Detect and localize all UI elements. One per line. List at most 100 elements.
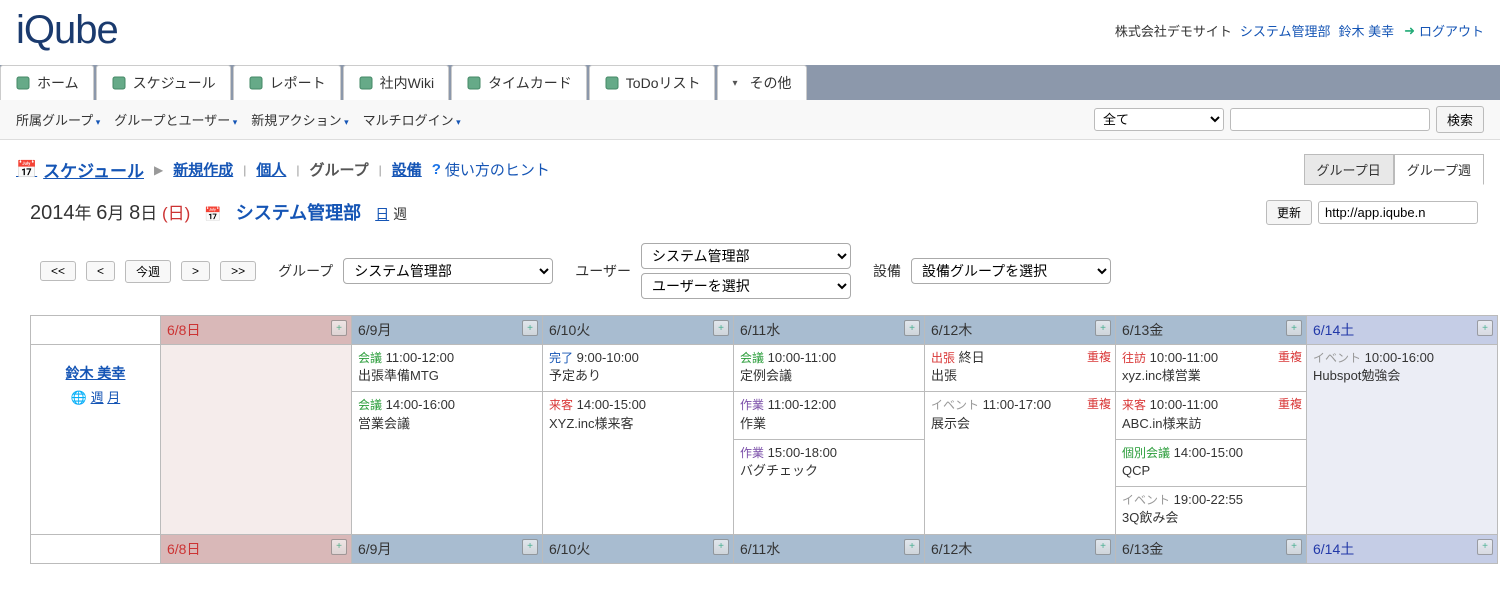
nav-tab-3[interactable]: 社内Wiki: [343, 65, 449, 100]
search-input[interactable]: [1230, 108, 1430, 131]
hint-link[interactable]: ? 使い方のヒント: [432, 159, 550, 180]
tab-group-day[interactable]: グループ日: [1304, 154, 1394, 185]
subnav-item-3[interactable]: マルチログイン: [363, 110, 461, 129]
day-cell-0[interactable]: [161, 345, 352, 535]
event[interactable]: イベント 11:00-17:00重複展示会: [925, 392, 1115, 438]
event[interactable]: 作業 15:00-18:00バグチェック: [734, 440, 924, 486]
add-event-icon[interactable]: +: [904, 539, 920, 555]
event[interactable]: 会議 11:00-12:00出張準備MTG: [352, 345, 542, 392]
day-header-label: 6/14土: [1313, 322, 1354, 338]
add-event-icon[interactable]: +: [331, 320, 347, 336]
schedule-title[interactable]: 📅 スケジュール: [16, 157, 144, 182]
subnav-item-0[interactable]: 所属グループ: [16, 110, 100, 129]
day-cell-6[interactable]: イベント 10:00-16:00Hubspot勉強会: [1307, 345, 1498, 535]
nav-tab-6[interactable]: その他: [717, 65, 806, 100]
refresh-button[interactable]: 更新: [1266, 200, 1312, 225]
event-title: xyz.inc様営業: [1122, 368, 1201, 383]
add-event-icon[interactable]: +: [713, 539, 729, 555]
nav-tab-0[interactable]: ホーム: [0, 65, 94, 100]
event-time: 19:00-22:55: [1174, 492, 1243, 507]
search-button[interactable]: 検索: [1436, 106, 1484, 133]
user-column-header: [31, 534, 161, 563]
tab-group-week[interactable]: グループ週: [1394, 154, 1484, 185]
event[interactable]: 完了 9:00-10:00予定あり: [543, 345, 733, 392]
user-name[interactable]: 鈴木 美幸: [35, 363, 156, 383]
nav-tab-5[interactable]: ToDoリスト: [589, 65, 716, 100]
event[interactable]: 会議 10:00-11:00定例会議: [734, 345, 924, 392]
event[interactable]: 作業 11:00-12:00作業: [734, 392, 924, 439]
event[interactable]: 来客 10:00-11:00重複ABC.in様来訪: [1116, 392, 1306, 439]
group-label: グループ: [278, 261, 333, 281]
add-event-icon[interactable]: +: [1286, 320, 1302, 336]
event[interactable]: 個別会議 14:00-15:00QCP: [1116, 440, 1306, 487]
user-link[interactable]: 鈴木 美幸: [1338, 21, 1394, 40]
nav-tab-4[interactable]: タイムカード: [451, 65, 587, 100]
nav-tab-label: レポート: [270, 73, 326, 93]
day-view-link[interactable]: 日: [375, 206, 389, 222]
day-cell-4[interactable]: 出張 終日重複出張イベント 11:00-17:00重複展示会: [925, 345, 1116, 535]
user-cell: 鈴木 美幸 🌐 週 月: [31, 345, 161, 535]
globe-icon: 🌐: [71, 390, 87, 405]
new-schedule-link[interactable]: 新規作成: [173, 159, 233, 180]
event[interactable]: 往訪 10:00-11:00重複xyz.inc様営業: [1116, 345, 1306, 392]
group-select[interactable]: システム管理部: [343, 258, 553, 284]
event-time: 14:00-15:00: [1174, 445, 1243, 460]
filter-select[interactable]: 全て: [1094, 108, 1224, 131]
logout-link[interactable]: ➜ ログアウト: [1404, 21, 1484, 40]
event-time: 11:00-12:00: [768, 397, 836, 412]
day-cell-1[interactable]: 会議 11:00-12:00出張準備MTG会議 14:00-16:00営業会議: [352, 345, 543, 535]
duplicate-badge: 重複: [1278, 396, 1302, 413]
subnav-item-1[interactable]: グループとユーザー: [114, 110, 237, 129]
personal-link[interactable]: 個人: [256, 159, 286, 180]
day-header-1: 6/9月+: [352, 316, 543, 345]
event-time: 15:00-18:00: [768, 445, 837, 460]
event-time: 10:00-11:00: [1150, 397, 1218, 412]
day-cell-3[interactable]: 会議 10:00-11:00定例会議作業 11:00-12:00作業作業 15:…: [734, 345, 925, 535]
add-event-icon[interactable]: +: [1286, 539, 1302, 555]
facility-link[interactable]: 設備: [392, 159, 422, 180]
day-header-label: 6/8日: [167, 322, 200, 338]
add-event-icon[interactable]: +: [522, 320, 538, 336]
add-event-icon[interactable]: +: [1477, 539, 1493, 555]
event-tag: 会議: [358, 398, 382, 412]
event-tag: 来客: [549, 398, 573, 412]
event-time: 11:00-17:00: [983, 397, 1051, 412]
event[interactable]: 会議 14:00-16:00営業会議: [352, 392, 542, 438]
dept-name: システム管理部: [236, 199, 361, 225]
next-week2-button[interactable]: >>: [220, 261, 256, 281]
add-event-icon[interactable]: +: [1477, 320, 1493, 336]
day-cell-5[interactable]: 往訪 10:00-11:00重複xyz.inc様営業来客 10:00-11:00…: [1116, 345, 1307, 535]
calendar-table: 6/8日+6/9月+6/10火+6/11水+6/12木+6/13金+6/14土+…: [30, 315, 1498, 564]
prev-week-button[interactable]: <: [86, 261, 115, 281]
day-header-3: 6/11水+: [734, 316, 925, 345]
day-header-label: 6/13金: [1122, 541, 1163, 557]
event[interactable]: イベント 19:00-22:553Q飲み会: [1116, 487, 1306, 533]
user-group-select[interactable]: システム管理部: [641, 243, 851, 269]
add-event-icon[interactable]: +: [1095, 320, 1111, 336]
event[interactable]: イベント 10:00-16:00Hubspot勉強会: [1307, 345, 1497, 391]
add-event-icon[interactable]: +: [522, 539, 538, 555]
month-link[interactable]: 月: [107, 390, 120, 405]
day-cell-2[interactable]: 完了 9:00-10:00予定あり来客 14:00-15:00XYZ.inc様来…: [543, 345, 734, 535]
event-tag: 作業: [740, 398, 764, 412]
next-week-button[interactable]: >: [181, 261, 210, 281]
prev-week2-button[interactable]: <<: [40, 261, 76, 281]
url-input[interactable]: [1318, 201, 1478, 224]
subnav-item-2[interactable]: 新規アクション: [251, 110, 348, 129]
add-event-icon[interactable]: +: [904, 320, 920, 336]
user-select[interactable]: ユーザーを選択: [641, 273, 851, 299]
date-picker-icon[interactable]: 📅: [204, 206, 221, 223]
add-event-icon[interactable]: +: [713, 320, 729, 336]
nav-tab-2[interactable]: レポート: [233, 65, 341, 100]
today-button[interactable]: 今週: [125, 260, 171, 283]
facility-select[interactable]: 設備グループを選択: [911, 258, 1111, 284]
subnav-left: 所属グループグループとユーザー新規アクションマルチログイン: [16, 110, 461, 129]
event[interactable]: 出張 終日重複出張: [925, 345, 1115, 392]
add-event-icon[interactable]: +: [1095, 539, 1111, 555]
event[interactable]: 来客 14:00-15:00XYZ.inc様来客: [543, 392, 733, 438]
nav-tab-1[interactable]: スケジュール: [96, 65, 231, 100]
add-event-icon[interactable]: +: [331, 539, 347, 555]
dept-link[interactable]: システム管理部: [1240, 21, 1331, 40]
week-link[interactable]: 週: [91, 390, 104, 405]
subnav-right: 全て 検索: [1094, 106, 1484, 133]
